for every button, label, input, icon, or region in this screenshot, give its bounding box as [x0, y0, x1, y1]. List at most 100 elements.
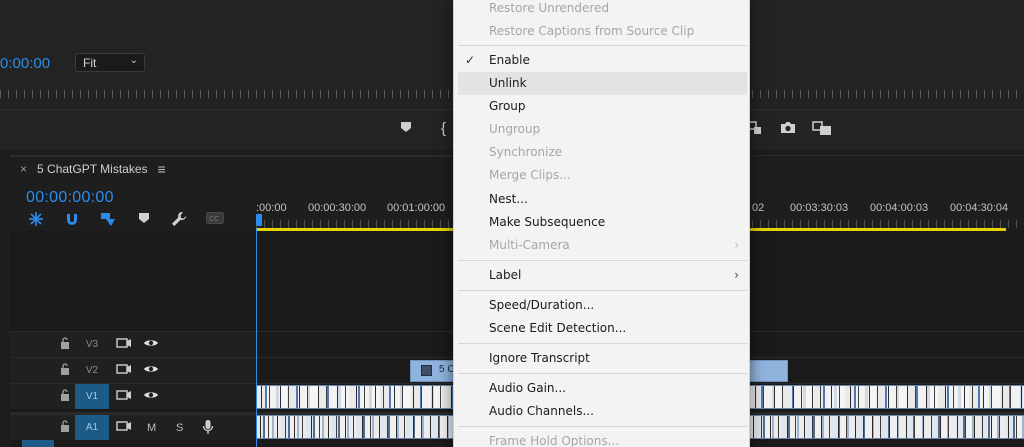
source-patch-a1[interactable] — [22, 440, 54, 447]
menu-separator — [458, 426, 747, 427]
ruler-label: 00:03:30:03 — [790, 202, 849, 214]
sync-lock-icon[interactable] — [116, 389, 132, 401]
track-name-v2[interactable]: V2 — [75, 358, 109, 383]
mark-in-icon: { — [441, 120, 447, 137]
track-header-v1: V1 — [10, 384, 256, 409]
track-name-v3[interactable]: V3 — [75, 332, 109, 357]
mark-in-button[interactable]: { — [441, 120, 446, 137]
insert-overwrite-tool[interactable] — [100, 211, 118, 229]
ruler-label: 00:04:30:04 — [950, 202, 1009, 214]
eye-icon[interactable] — [143, 337, 159, 349]
menu-item-label: Multi-Camera — [489, 238, 570, 252]
snap-tool[interactable] — [28, 211, 46, 229]
add-marker-button[interactable] — [400, 121, 412, 133]
menu-item-label: Restore Captions from Source Clip — [489, 24, 695, 38]
sync-lock-icon[interactable] — [116, 337, 132, 349]
timeline-settings-tool[interactable] — [171, 211, 189, 229]
insert-sequence-icon — [101, 213, 115, 226]
eye-icon[interactable] — [143, 389, 159, 401]
menu-item-merge-clips: Merge Clips... — [458, 164, 747, 187]
menu-item-label: Nest... — [489, 192, 528, 206]
menu-item-label: Ignore Transcript — [489, 351, 590, 365]
program-timecode[interactable]: 0:00:00 — [0, 55, 50, 72]
menu-item-label: Unlink — [489, 76, 527, 90]
menu-separator — [458, 45, 747, 46]
menu-item-label: Audio Channels... — [489, 404, 594, 418]
marker-icon — [139, 213, 149, 223]
menu-separator — [458, 373, 747, 374]
menu-item-synchronize: Synchronize — [458, 141, 747, 164]
marker-icon — [401, 122, 411, 132]
close-icon[interactable]: × — [20, 162, 27, 176]
menu-item-enable[interactable]: ✓ Enable — [458, 49, 747, 72]
menu-item-label: Enable — [489, 53, 530, 67]
menu-item-multi-camera: Multi-Camera › — [458, 234, 747, 257]
menu-item-group[interactable]: Group — [458, 95, 747, 118]
menu-item-audio-channels[interactable]: Audio Channels... — [458, 400, 747, 423]
menu-item-label: Audio Gain... — [489, 381, 566, 395]
lock-icon[interactable] — [60, 337, 70, 349]
menu-item-label: Scene Edit Detection... — [489, 321, 627, 335]
menu-item-audio-gain[interactable]: Audio Gain... — [458, 377, 747, 400]
checkmark-icon: ✓ — [465, 53, 476, 67]
add-marker-tool[interactable] — [138, 211, 156, 229]
snap-icon — [29, 212, 43, 226]
menu-item-unlink[interactable]: Unlink — [458, 72, 747, 95]
lock-icon[interactable] — [60, 363, 70, 375]
menu-item-make-subsequence[interactable]: Make Subsequence — [458, 211, 747, 234]
fit-select-value: Fit — [83, 56, 97, 70]
chevron-down-icon: ⌄ — [129, 55, 138, 66]
closed-captions-icon: CC — [206, 212, 224, 224]
svg-text:CC: CC — [209, 215, 219, 223]
fx-badge-icon — [421, 365, 432, 376]
panel-menu-icon[interactable]: ≡ — [158, 161, 166, 177]
comparison-view-icon — [812, 121, 831, 135]
chevron-right-icon: › — [734, 268, 739, 282]
lock-icon[interactable] — [60, 420, 70, 432]
ruler-label: 00:01:00:00 — [387, 202, 446, 214]
sequence-timecode[interactable]: 00:00:00:00 — [26, 189, 114, 207]
playhead-handle[interactable] — [256, 214, 262, 226]
menu-item-nest[interactable]: Nest... — [458, 188, 747, 211]
menu-item-label: Group — [489, 99, 526, 113]
track-header-v3: V3 — [10, 332, 256, 357]
menu-item-speed-duration[interactable]: Speed/Duration... — [458, 294, 747, 317]
menu-item-label: Label — [489, 268, 522, 282]
zoom-fit-select[interactable]: Fit ⌄ — [75, 53, 145, 72]
sequence-tab[interactable]: × 5 ChatGPT Mistakes ≡ — [20, 156, 166, 182]
track-name-a1[interactable]: A1 — [75, 415, 109, 440]
menu-item-label: Merge Clips... — [489, 168, 571, 182]
solo-button[interactable]: S — [176, 422, 183, 434]
menu-separator — [458, 290, 747, 291]
ruler-label: 00:00:30:00 — [308, 202, 367, 214]
menu-item-ignore-transcript[interactable]: Ignore Transcript — [458, 347, 747, 370]
track-name-v1[interactable]: V1 — [75, 384, 109, 409]
camera-icon — [781, 122, 795, 133]
mute-button[interactable]: M — [147, 422, 156, 434]
track-header-a1: A1 M S — [10, 415, 256, 440]
wrench-icon — [172, 212, 186, 226]
menu-item-label: Speed/Duration... — [489, 298, 595, 312]
menu-item-label: Frame Hold Options... — [489, 434, 620, 447]
comparison-view-button[interactable] — [812, 121, 832, 136]
sync-lock-icon[interactable] — [116, 420, 132, 432]
lock-icon[interactable] — [60, 389, 70, 401]
magnet-icon — [67, 214, 77, 225]
linked-selection-tool[interactable] — [64, 211, 82, 229]
menu-item-restore-captions: Restore Captions from Source Clip — [458, 20, 747, 43]
sync-lock-icon[interactable] — [116, 363, 132, 375]
eye-icon[interactable] — [143, 363, 159, 375]
captions-tool[interactable]: CC — [206, 211, 224, 229]
menu-separator — [458, 260, 747, 261]
menu-item-label: Synchronize — [489, 145, 563, 159]
menu-item-scene-edit-detection[interactable]: Scene Edit Detection... — [458, 317, 747, 340]
ruler-label: 02 — [752, 202, 765, 214]
menu-item-ungroup: Ungroup — [458, 118, 747, 141]
export-frame-button[interactable] — [780, 121, 796, 134]
clip-context-menu: Restore Unrendered Restore Captions from… — [453, 0, 750, 447]
microphone-icon[interactable] — [202, 419, 214, 435]
chevron-right-icon: › — [734, 238, 739, 252]
playhead-line — [256, 228, 257, 447]
menu-item-label-submenu[interactable]: Label › — [458, 264, 747, 287]
menu-separator — [458, 343, 747, 344]
